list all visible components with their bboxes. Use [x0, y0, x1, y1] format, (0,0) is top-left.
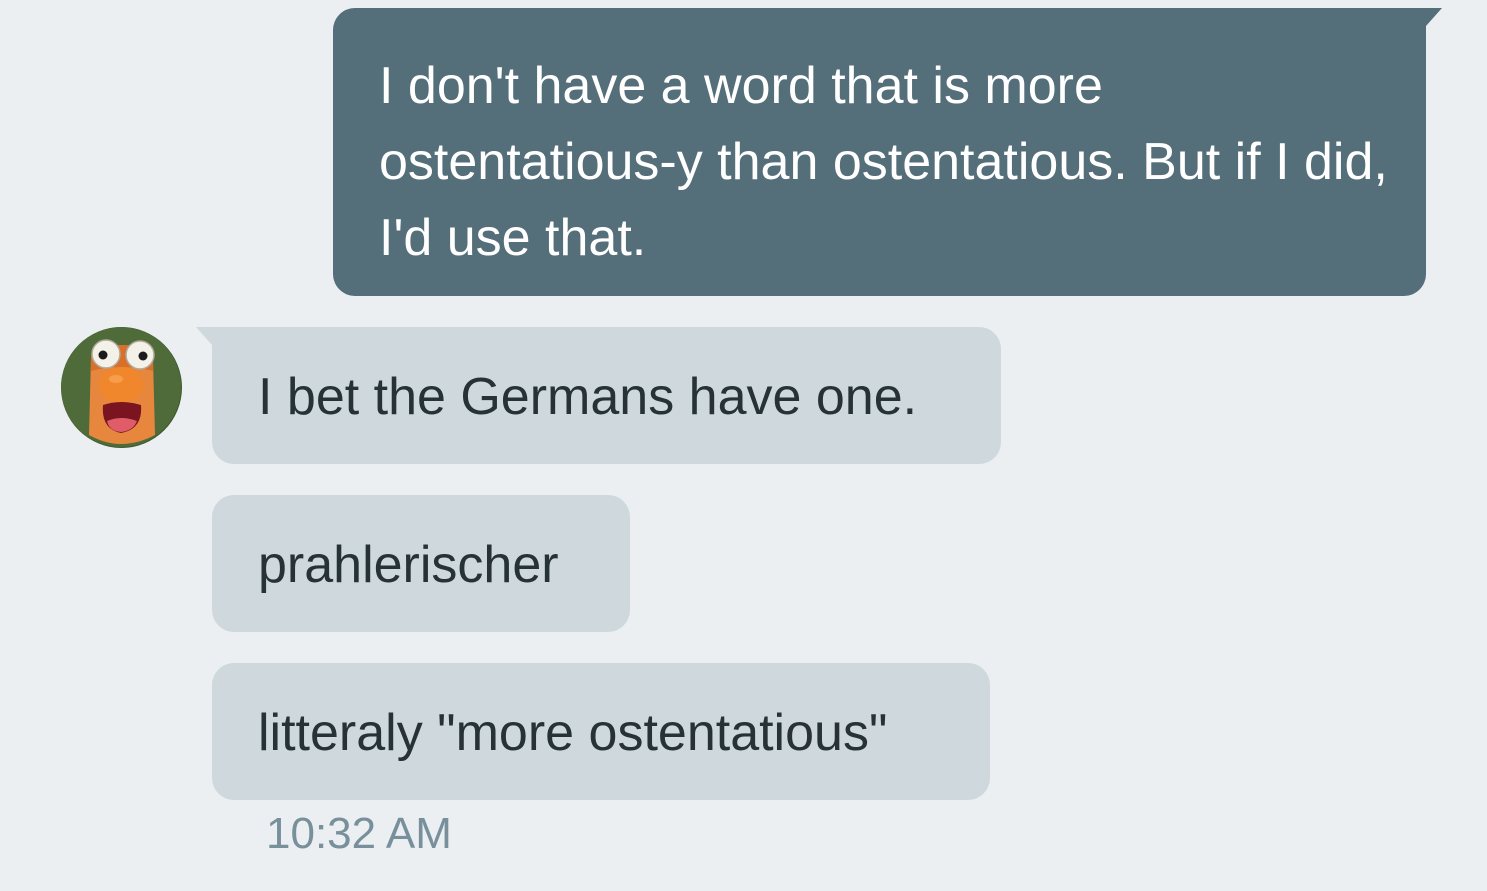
message-timestamp: 10:32 AM: [266, 809, 452, 858]
incoming-message-bubble[interactable]: I bet the Germans have one.: [196, 327, 1001, 464]
muppet-avatar-icon: [61, 327, 182, 448]
contact-avatar[interactable]: [61, 327, 182, 448]
outgoing-message-text: I don't have a word that is more ostenta…: [379, 57, 1388, 267]
incoming-message-bubble[interactable]: prahlerischer: [212, 495, 630, 632]
incoming-message-text: I bet the Germans have one.: [258, 368, 918, 426]
message-thread: I don't have a word that is more ostenta…: [0, 0, 1487, 891]
outgoing-message-bubble[interactable]: I don't have a word that is more ostenta…: [333, 8, 1442, 296]
incoming-message-text: litteraly "more ostentatious": [258, 704, 888, 762]
incoming-message-text: prahlerischer: [258, 536, 559, 594]
incoming-message-bubble[interactable]: litteraly "more ostentatious": [212, 663, 990, 800]
